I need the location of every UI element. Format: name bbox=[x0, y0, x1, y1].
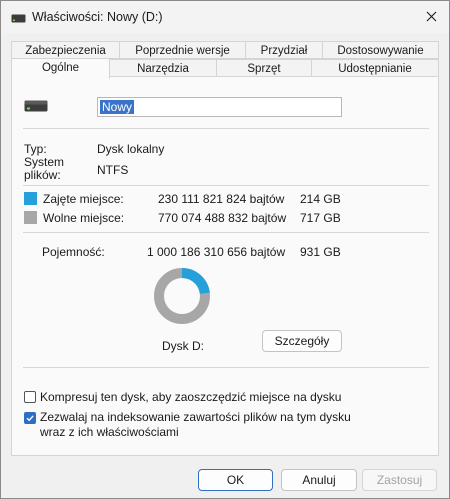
tab-narzedzia[interactable]: Narzędzia bbox=[109, 59, 217, 77]
drive-large-icon bbox=[24, 100, 48, 115]
cancel-button[interactable]: Anuluj bbox=[281, 469, 357, 491]
drive-icon bbox=[11, 12, 26, 23]
tab-przydzial[interactable]: Przydział bbox=[245, 41, 323, 59]
title-bar: Właściwości: Nowy (D:) bbox=[1, 1, 449, 33]
ok-button[interactable]: OK bbox=[198, 469, 273, 491]
dialog-footer: OK Anuluj Zastosuj bbox=[1, 462, 449, 498]
type-value: Dysk lokalny bbox=[97, 142, 165, 156]
compress-label[interactable]: Kompresuj ten dysk, aby zaoszczędzić mie… bbox=[40, 390, 341, 404]
properties-window: Właściwości: Nowy (D:) Zabezpieczenia Po… bbox=[0, 0, 450, 499]
drive-name-text: Nowy bbox=[100, 100, 135, 114]
tab-zabezpieczenia[interactable]: Zabezpieczenia bbox=[11, 41, 120, 59]
free-space-label: Wolne miejsce: bbox=[43, 211, 125, 225]
capacity-bytes: 1 000 186 310 656 bajtów bbox=[147, 245, 286, 259]
checkmark-icon bbox=[26, 415, 34, 422]
filesystem-label: System plików: bbox=[24, 156, 64, 182]
divider bbox=[23, 232, 429, 233]
drive-name-input[interactable]: Nowy bbox=[97, 97, 342, 117]
free-space-swatch bbox=[24, 211, 37, 224]
compress-checkbox[interactable] bbox=[24, 391, 36, 403]
used-space-bytes: 230 111 821 824 bajtów bbox=[158, 192, 285, 206]
close-icon bbox=[426, 11, 436, 21]
free-space-bytes: 770 074 488 832 bajtów bbox=[158, 211, 287, 225]
tab-sprzet[interactable]: Sprzęt bbox=[216, 59, 312, 77]
used-space-swatch bbox=[24, 192, 37, 205]
tab-udostepnianie[interactable]: Udostępnianie bbox=[311, 59, 439, 77]
divider bbox=[23, 128, 429, 129]
filesystem-label-line1: System bbox=[24, 155, 65, 169]
divider bbox=[23, 367, 429, 368]
capacity-label: Pojemność: bbox=[42, 245, 105, 259]
details-button[interactable]: Szczegóły bbox=[262, 330, 342, 352]
apply-button[interactable]: Zastosuj bbox=[362, 469, 437, 491]
window-title: Właściwości: Nowy (D:) bbox=[32, 10, 163, 24]
index-label-line2[interactable]: wraz z ich właściwościami bbox=[40, 425, 179, 439]
used-space-label: Zajęte miejsce: bbox=[43, 192, 124, 206]
filesystem-value: NTFS bbox=[97, 163, 129, 177]
free-space-gb: 717 GB bbox=[300, 211, 341, 225]
tab-dostosowywanie[interactable]: Dostosowywanie bbox=[322, 41, 439, 59]
close-button[interactable] bbox=[413, 1, 449, 31]
tab-poprzednie-wersje[interactable]: Poprzednie wersje bbox=[119, 41, 246, 59]
divider bbox=[23, 185, 429, 186]
index-label-line1[interactable]: Zezwalaj na indeksowanie zawartości plik… bbox=[40, 410, 351, 424]
index-checkbox[interactable] bbox=[24, 412, 36, 424]
capacity-gb: 931 GB bbox=[300, 245, 341, 259]
filesystem-label-line2: plików: bbox=[24, 168, 61, 182]
disk-usage-ring bbox=[154, 268, 210, 324]
disk-label: Dysk D: bbox=[162, 339, 204, 353]
used-space-gb: 214 GB bbox=[300, 192, 341, 206]
type-label: Typ: bbox=[24, 142, 47, 156]
general-tab-panel: Nowy Typ: Dysk lokalny System plików: NT… bbox=[11, 76, 439, 456]
tab-ogolne[interactable]: Ogólne bbox=[11, 58, 110, 79]
